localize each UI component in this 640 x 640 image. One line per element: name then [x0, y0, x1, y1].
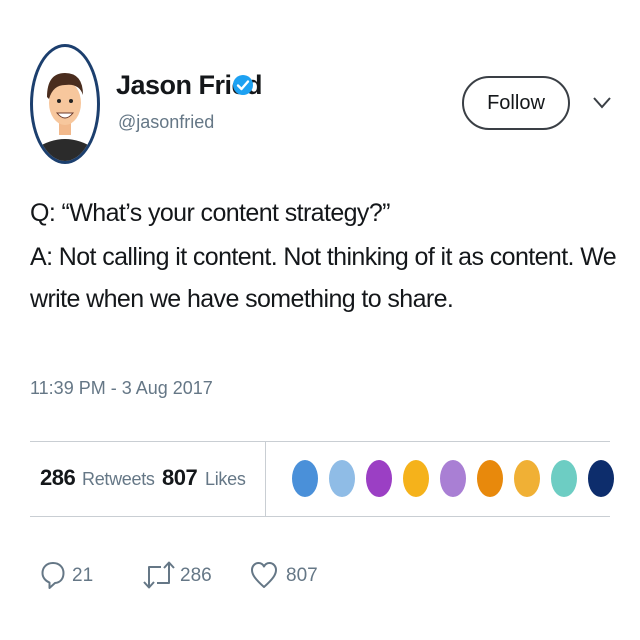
likes-count[interactable]: 807: [162, 465, 198, 491]
follow-button[interactable]: Follow: [462, 76, 570, 130]
liker-avatar[interactable]: [549, 458, 579, 499]
liker-avatar[interactable]: [512, 458, 542, 499]
verified-badge-icon: [233, 75, 253, 95]
liker-avatar[interactable]: [290, 458, 320, 499]
tweet-text-line: A: Not calling it content. Not thinking …: [30, 243, 617, 271]
likes-label[interactable]: Likes: [205, 469, 246, 490]
liker-avatar[interactable]: [438, 458, 468, 499]
heart-icon[interactable]: [250, 560, 278, 590]
stats-divider: [265, 442, 266, 516]
liker-avatar[interactable]: [401, 458, 431, 499]
liker-avatar[interactable]: [364, 458, 394, 499]
divider: [30, 516, 610, 517]
tweet-text-line: Q: “What’s your content strategy?”: [30, 199, 390, 227]
reply-icon[interactable]: [40, 560, 66, 590]
retweet-count: 286: [180, 565, 212, 586]
avatar[interactable]: [30, 44, 100, 164]
retweet-icon[interactable]: [142, 560, 176, 590]
reply-count: 21: [72, 565, 94, 586]
user-handle[interactable]: @jasonfried: [118, 112, 214, 133]
avatar-illustration: [35, 73, 95, 161]
divider: [30, 441, 610, 442]
chevron-down-icon[interactable]: [592, 96, 612, 110]
retweets-count[interactable]: 286: [40, 465, 76, 491]
tweet-timestamp[interactable]: 11:39 PM - 3 Aug 2017: [30, 378, 213, 399]
liker-avatar[interactable]: [475, 458, 505, 499]
like-count: 807: [286, 565, 318, 586]
liker-avatar[interactable]: [327, 458, 357, 499]
tweet-text-line: write when we have something to share.: [30, 285, 454, 313]
retweets-label[interactable]: Retweets: [82, 469, 155, 490]
liker-avatar[interactable]: [586, 458, 616, 499]
liker-avatars: [290, 458, 623, 499]
